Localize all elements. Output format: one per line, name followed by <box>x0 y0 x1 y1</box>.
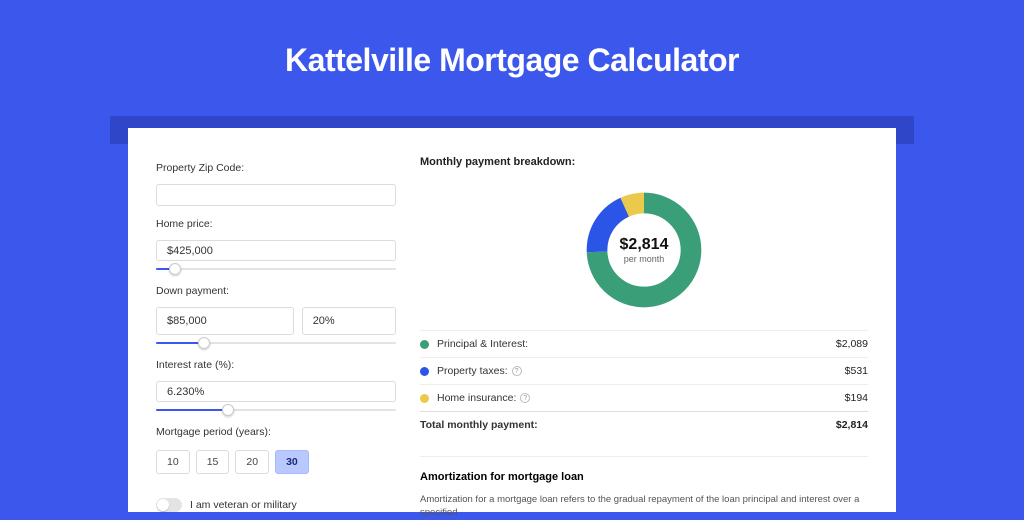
period-option-15[interactable]: 15 <box>196 450 230 474</box>
breakdown-label: Property taxes:? <box>437 365 837 377</box>
breakdown-lines: Principal & Interest: $2,089 Property taxe… <box>420 330 868 438</box>
breakdown-line: Property taxes:? $531 <box>420 357 868 384</box>
dp-slider[interactable] <box>156 339 396 347</box>
price-label: Home price: <box>156 218 396 230</box>
calculator-card: Property Zip Code: Home price: Down paym… <box>128 128 896 512</box>
breakdown-total-value: $2,814 <box>836 419 868 431</box>
legend-dot <box>420 340 429 349</box>
breakdown-total-line: Total monthly payment: $2,814 <box>420 411 868 438</box>
donut-center-amount: $2,814 <box>620 236 669 254</box>
breakdown-total-label: Total monthly payment: <box>420 419 828 431</box>
breakdown-value: $2,089 <box>836 338 868 350</box>
breakdown-value: $194 <box>845 392 868 404</box>
legend-dot <box>420 367 429 376</box>
donut-chart: $2,814 per month <box>582 188 706 312</box>
dp-percent-input[interactable] <box>302 307 396 335</box>
donut-chart-wrap: $2,814 per month <box>420 182 868 316</box>
period-option-30[interactable]: 30 <box>275 450 309 474</box>
veteran-label: I am veteran or military <box>190 499 297 511</box>
breakdown-line: Home insurance:? $194 <box>420 384 868 411</box>
veteran-row: I am veteran or military <box>156 498 396 512</box>
amortization-section: Amortization for mortgage loan Amortizat… <box>420 456 868 520</box>
rate-slider[interactable] <box>156 406 396 414</box>
legend-dot <box>420 394 429 403</box>
breakdown-label: Principal & Interest: <box>437 338 828 350</box>
price-input[interactable] <box>156 240 396 262</box>
breakdown-title: Monthly payment breakdown: <box>420 156 868 168</box>
donut-center-sub: per month <box>624 254 665 264</box>
dp-row <box>156 307 396 335</box>
period-row: 10152030 <box>156 450 396 474</box>
breakdown-panel: Monthly payment breakdown: $2,814 per mo… <box>420 156 868 512</box>
breakdown-label: Home insurance:? <box>437 392 837 404</box>
amortization-text: Amortization for a mortgage loan refers … <box>420 493 868 520</box>
period-option-20[interactable]: 20 <box>235 450 269 474</box>
period-label: Mortgage period (years): <box>156 426 396 438</box>
rate-input[interactable] <box>156 381 396 403</box>
period-option-10[interactable]: 10 <box>156 450 190 474</box>
form-panel: Property Zip Code: Home price: Down paym… <box>156 156 396 512</box>
veteran-toggle[interactable] <box>156 498 182 512</box>
breakdown-value: $531 <box>845 365 868 377</box>
rate-label: Interest rate (%): <box>156 359 396 371</box>
zip-input[interactable] <box>156 184 396 206</box>
info-icon[interactable]: ? <box>512 366 522 376</box>
info-icon[interactable]: ? <box>520 393 530 403</box>
amortization-title: Amortization for mortgage loan <box>420 471 868 483</box>
dp-label: Down payment: <box>156 285 396 297</box>
price-slider[interactable] <box>156 265 396 273</box>
breakdown-line: Principal & Interest: $2,089 <box>420 330 868 357</box>
dp-amount-input[interactable] <box>156 307 294 335</box>
page-banner: Kattelville Mortgage Calculator <box>0 0 1024 120</box>
page-title: Kattelville Mortgage Calculator <box>285 42 739 79</box>
zip-label: Property Zip Code: <box>156 162 396 174</box>
